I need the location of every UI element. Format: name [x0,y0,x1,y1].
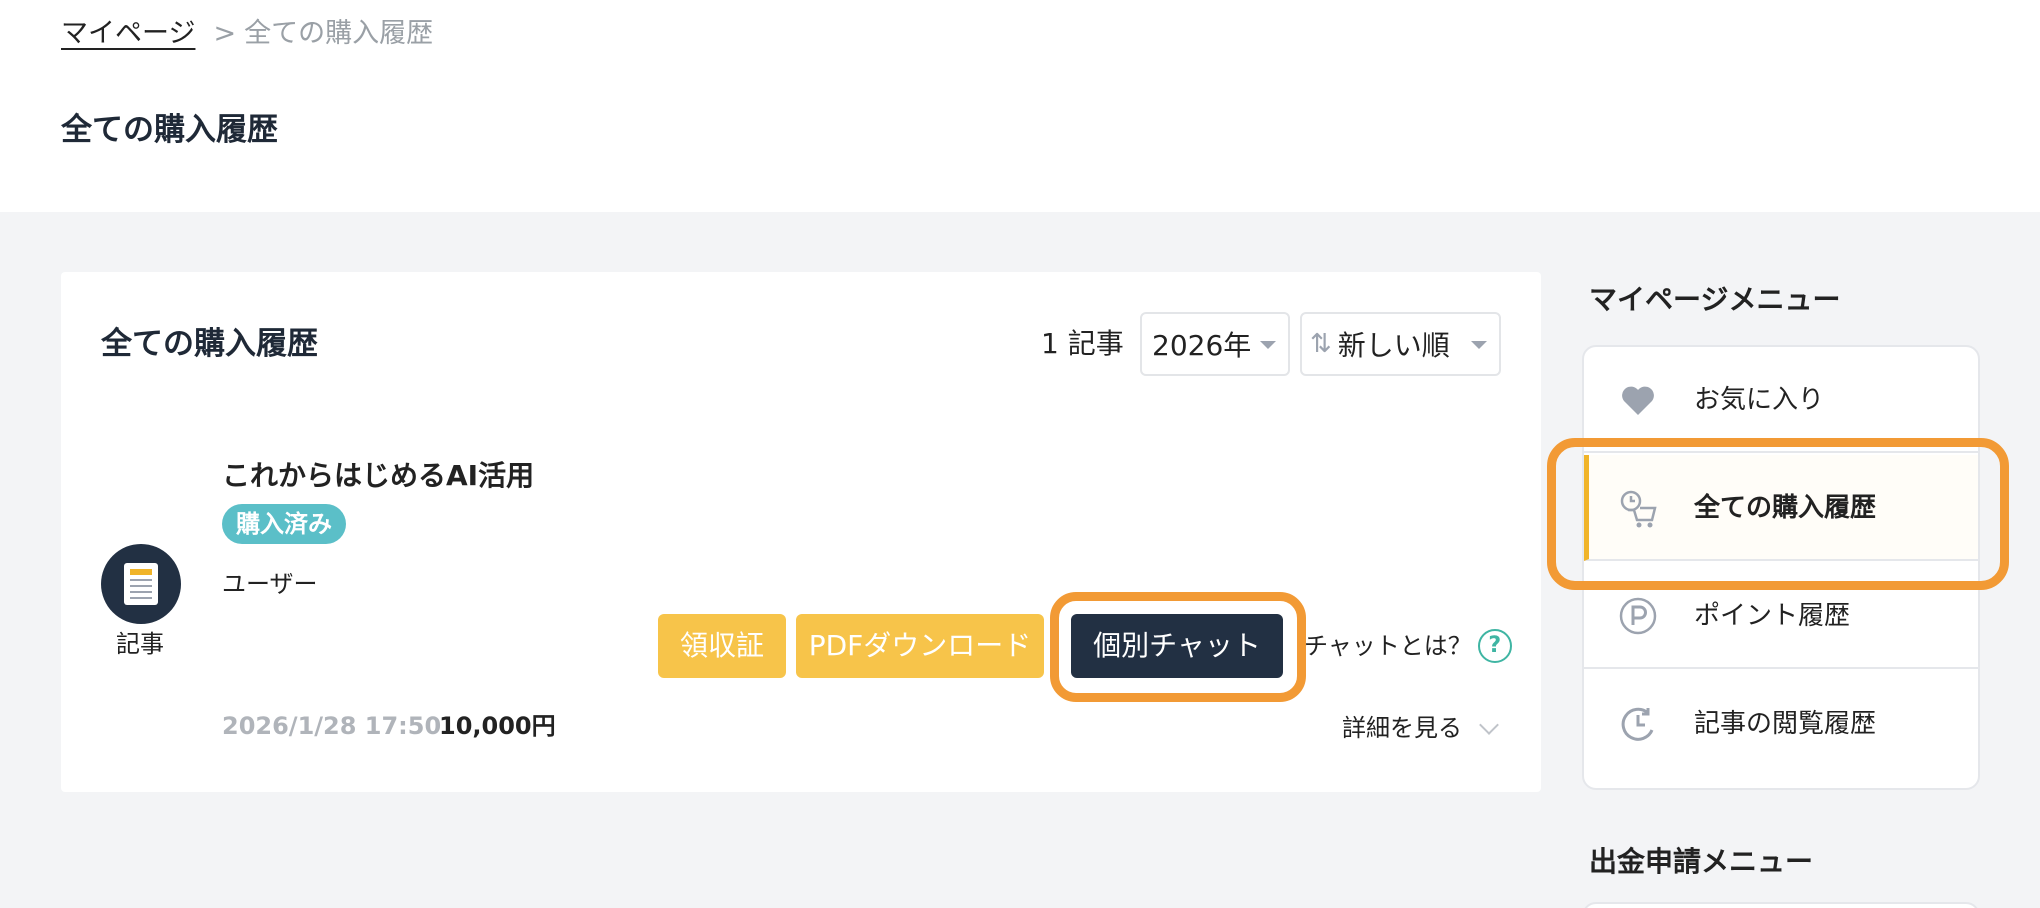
document-icon [101,544,181,624]
article-count: 1 記事 [1041,327,1124,360]
year-select-value: 2026年 [1152,329,1252,362]
breadcrumb: マイページ > 全ての購入履歴 [61,14,433,54]
year-select[interactable]: 2026年 [1140,312,1290,376]
sort-select-value: 新しい順 [1337,329,1450,362]
breadcrumb-home-link[interactable]: マイページ [61,18,195,49]
page-title: 全ての購入履歴 [61,112,278,148]
chevron-down-icon [1479,715,1499,735]
purchase-history-card: 全ての購入履歴 1 記事 2026年 ⇅ 新しい順 記事 これからはじめるAI活… [61,272,1541,792]
pdf-download-button[interactable]: PDFダウンロード [796,614,1044,678]
details-toggle[interactable]: 詳細を見る [1342,710,1499,746]
item-type-label: 記事 [116,630,164,658]
sort-arrows-icon: ⇅ [1310,329,1332,359]
withdrawal-menu [1582,902,1980,908]
clock-history-icon [1621,707,1654,741]
details-text: 詳細を見る [1342,714,1462,742]
question-circle-icon: ? [1477,629,1512,663]
chat-button-highlight [1050,592,1306,702]
receipt-button[interactable]: 領収証 [658,614,786,678]
breadcrumb-current: 全ての購入履歴 [244,18,434,49]
chat-help-link[interactable]: チャットとは？ ? [1304,628,1512,664]
item-author[interactable]: ユーザー [222,566,318,602]
withdrawal-menu-title: 出金申請メニュー [1589,845,1814,878]
purchase-datetime: 2026/1/28 17:50 [222,712,442,740]
mypage-menu-title: マイページメニュー [1589,283,1841,316]
point-icon [1619,597,1657,635]
heart-icon [1622,386,1654,415]
item-title[interactable]: これからはじめるAI活用 [222,456,534,496]
sidebar-item-label: ポイント履歴 [1694,601,1851,631]
card-title: 全ての購入履歴 [101,326,318,362]
caret-down-icon [1260,341,1276,349]
caret-down-icon [1471,341,1487,349]
sidebar-item-label: 記事の閲覧履歴 [1694,709,1877,739]
sort-select[interactable]: ⇅ 新しい順 [1300,312,1501,376]
purchase-price: 10,000円 [439,712,556,740]
sidebar-item-label: お気に入り [1694,385,1825,415]
menu-item-highlight [1547,438,2009,590]
sidebar-item-viewing-history[interactable]: 記事の閲覧履歴 [1584,671,1978,777]
chat-help-text: チャットとは？ [1304,632,1472,660]
breadcrumb-separator: > [213,18,237,49]
purchased-badge: 購入済み [222,504,346,544]
